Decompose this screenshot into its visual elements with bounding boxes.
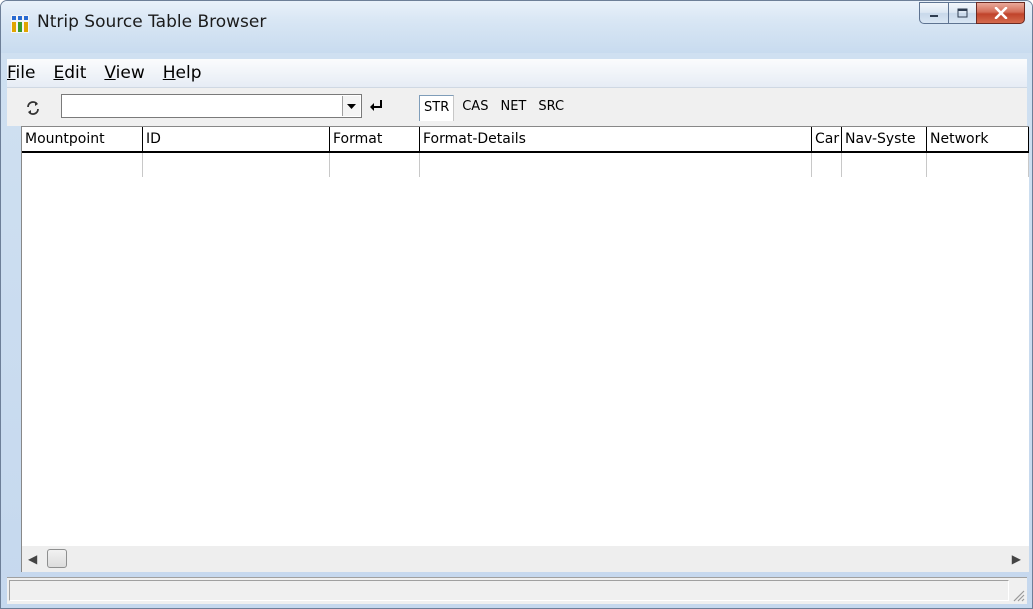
table-header: Mountpoint ID Format Format-Details Car … (22, 127, 1029, 153)
status-panel (9, 580, 1009, 601)
scrollbar-thumb[interactable] (47, 549, 67, 568)
maximize-icon (957, 8, 968, 18)
menu-edit[interactable]: Edit (44, 63, 95, 83)
title-bar[interactable]: Ntrip Source Table Browser (1, 1, 1032, 53)
column-divider (811, 153, 812, 177)
source-table: Mountpoint ID Format Format-Details Car … (21, 126, 1029, 546)
caster-combobox[interactable] (61, 94, 362, 118)
table-type-tabs: STR CAS NET SRC (419, 95, 572, 121)
main-window: Ntrip Source Table Browser File Edit Vie… (0, 0, 1033, 609)
menu-bar: File Edit View Help (7, 59, 1027, 88)
column-format-details[interactable]: Format-Details (420, 127, 812, 151)
table-row[interactable] (22, 153, 1029, 177)
minimize-button[interactable] (919, 2, 948, 24)
refresh-icon[interactable] (25, 100, 41, 116)
column-mountpoint[interactable]: Mountpoint (22, 127, 143, 151)
tab-src[interactable]: SRC (534, 95, 568, 121)
tab-str[interactable]: STR (419, 95, 455, 121)
toolbar: STR CAS NET SRC (7, 88, 1027, 126)
resize-grip-icon[interactable] (1011, 588, 1025, 602)
scroll-right-icon[interactable]: ▶ (1012, 552, 1021, 566)
caster-input[interactable] (64, 96, 338, 116)
column-id[interactable]: ID (143, 127, 330, 151)
close-button[interactable] (976, 2, 1025, 24)
column-divider (329, 153, 330, 177)
enter-icon[interactable] (368, 98, 384, 114)
caption-buttons (919, 2, 1025, 32)
maximize-button[interactable] (948, 2, 976, 24)
combo-dropdown-button[interactable] (342, 96, 360, 116)
ntrip-app-icon (11, 15, 29, 33)
window-title: Ntrip Source Table Browser (37, 12, 267, 32)
menu-help[interactable]: Help (154, 63, 211, 83)
tab-net[interactable]: NET (496, 95, 530, 121)
column-divider (142, 153, 143, 177)
chevron-down-icon (347, 103, 356, 109)
column-carrier[interactable]: Car (812, 127, 842, 151)
scroll-left-icon[interactable]: ◀ (28, 552, 37, 566)
minimize-icon (930, 15, 938, 17)
column-divider (926, 153, 927, 177)
column-divider (1028, 153, 1029, 177)
horizontal-scrollbar[interactable]: ◀ ▶ (21, 546, 1029, 572)
column-format[interactable]: Format (330, 127, 420, 151)
column-nav-system[interactable]: Nav-Syste (842, 127, 927, 151)
status-bar (7, 577, 1027, 604)
column-divider (841, 153, 842, 177)
menu-file[interactable]: File (7, 63, 44, 83)
menu-view[interactable]: View (95, 63, 153, 83)
column-network[interactable]: Network (927, 127, 1029, 151)
tab-cas[interactable]: CAS (458, 95, 492, 121)
column-divider (419, 153, 420, 177)
close-icon (994, 7, 1007, 19)
